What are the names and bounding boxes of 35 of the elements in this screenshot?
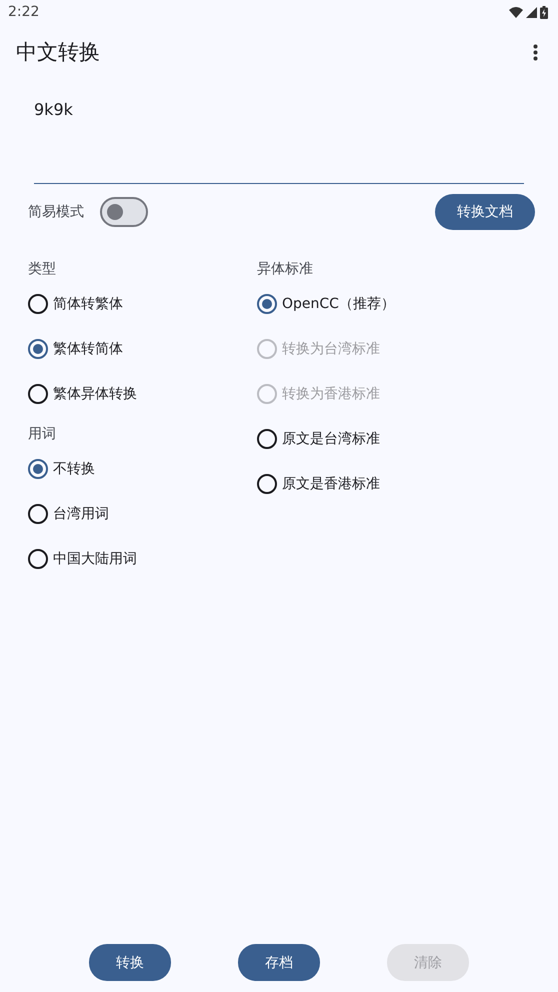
section-heading: 类型: [28, 260, 57, 279]
convert-document-button[interactable]: 转换文档: [435, 194, 535, 230]
wifi-icon: [509, 6, 523, 18]
option-label: 繁体异体转换: [53, 384, 137, 402]
radio-button[interactable]: [28, 458, 48, 478]
simple-mode-label: 简易模式: [28, 203, 84, 221]
option-label: 转换为香港标准: [282, 384, 380, 402]
option-label: 不转换: [53, 460, 95, 478]
radio-button[interactable]: [28, 548, 48, 568]
radio-button[interactable]: [257, 294, 277, 314]
action-button[interactable]: 存档: [238, 944, 320, 981]
radio-button[interactable]: [28, 504, 48, 524]
radio-button[interactable]: [28, 294, 48, 314]
text-input-field[interactable]: 9k9k: [34, 80, 524, 184]
section-heading: 用词: [28, 425, 57, 444]
section-heading: 异体标准: [257, 260, 314, 279]
radio-button[interactable]: [28, 384, 48, 404]
simple-mode-switch[interactable]: [100, 197, 148, 227]
option-label: 简体转繁体: [53, 294, 123, 312]
radio-button[interactable]: [28, 338, 48, 358]
option-label: 原文是香港标准: [282, 474, 380, 492]
radio-button[interactable]: [257, 474, 277, 494]
option-label: OpenCC（推荐）: [282, 294, 395, 312]
battery-icon: [540, 6, 548, 18]
radio-button[interactable]: [257, 428, 277, 448]
option-label: 原文是台湾标准: [282, 430, 380, 448]
option-label: 转换为台湾标准: [282, 340, 380, 358]
action-button[interactable]: 转换: [89, 944, 171, 981]
status-time: 2:22: [8, 4, 40, 20]
option-label: 中国大陆用词: [53, 550, 137, 568]
app-title: 中文转换: [16, 39, 100, 66]
option-label: 台湾用词: [53, 504, 109, 522]
option-label: 繁体转简体: [53, 340, 123, 358]
more-menu-icon[interactable]: [533, 44, 538, 60]
signal-icon: [526, 6, 537, 18]
